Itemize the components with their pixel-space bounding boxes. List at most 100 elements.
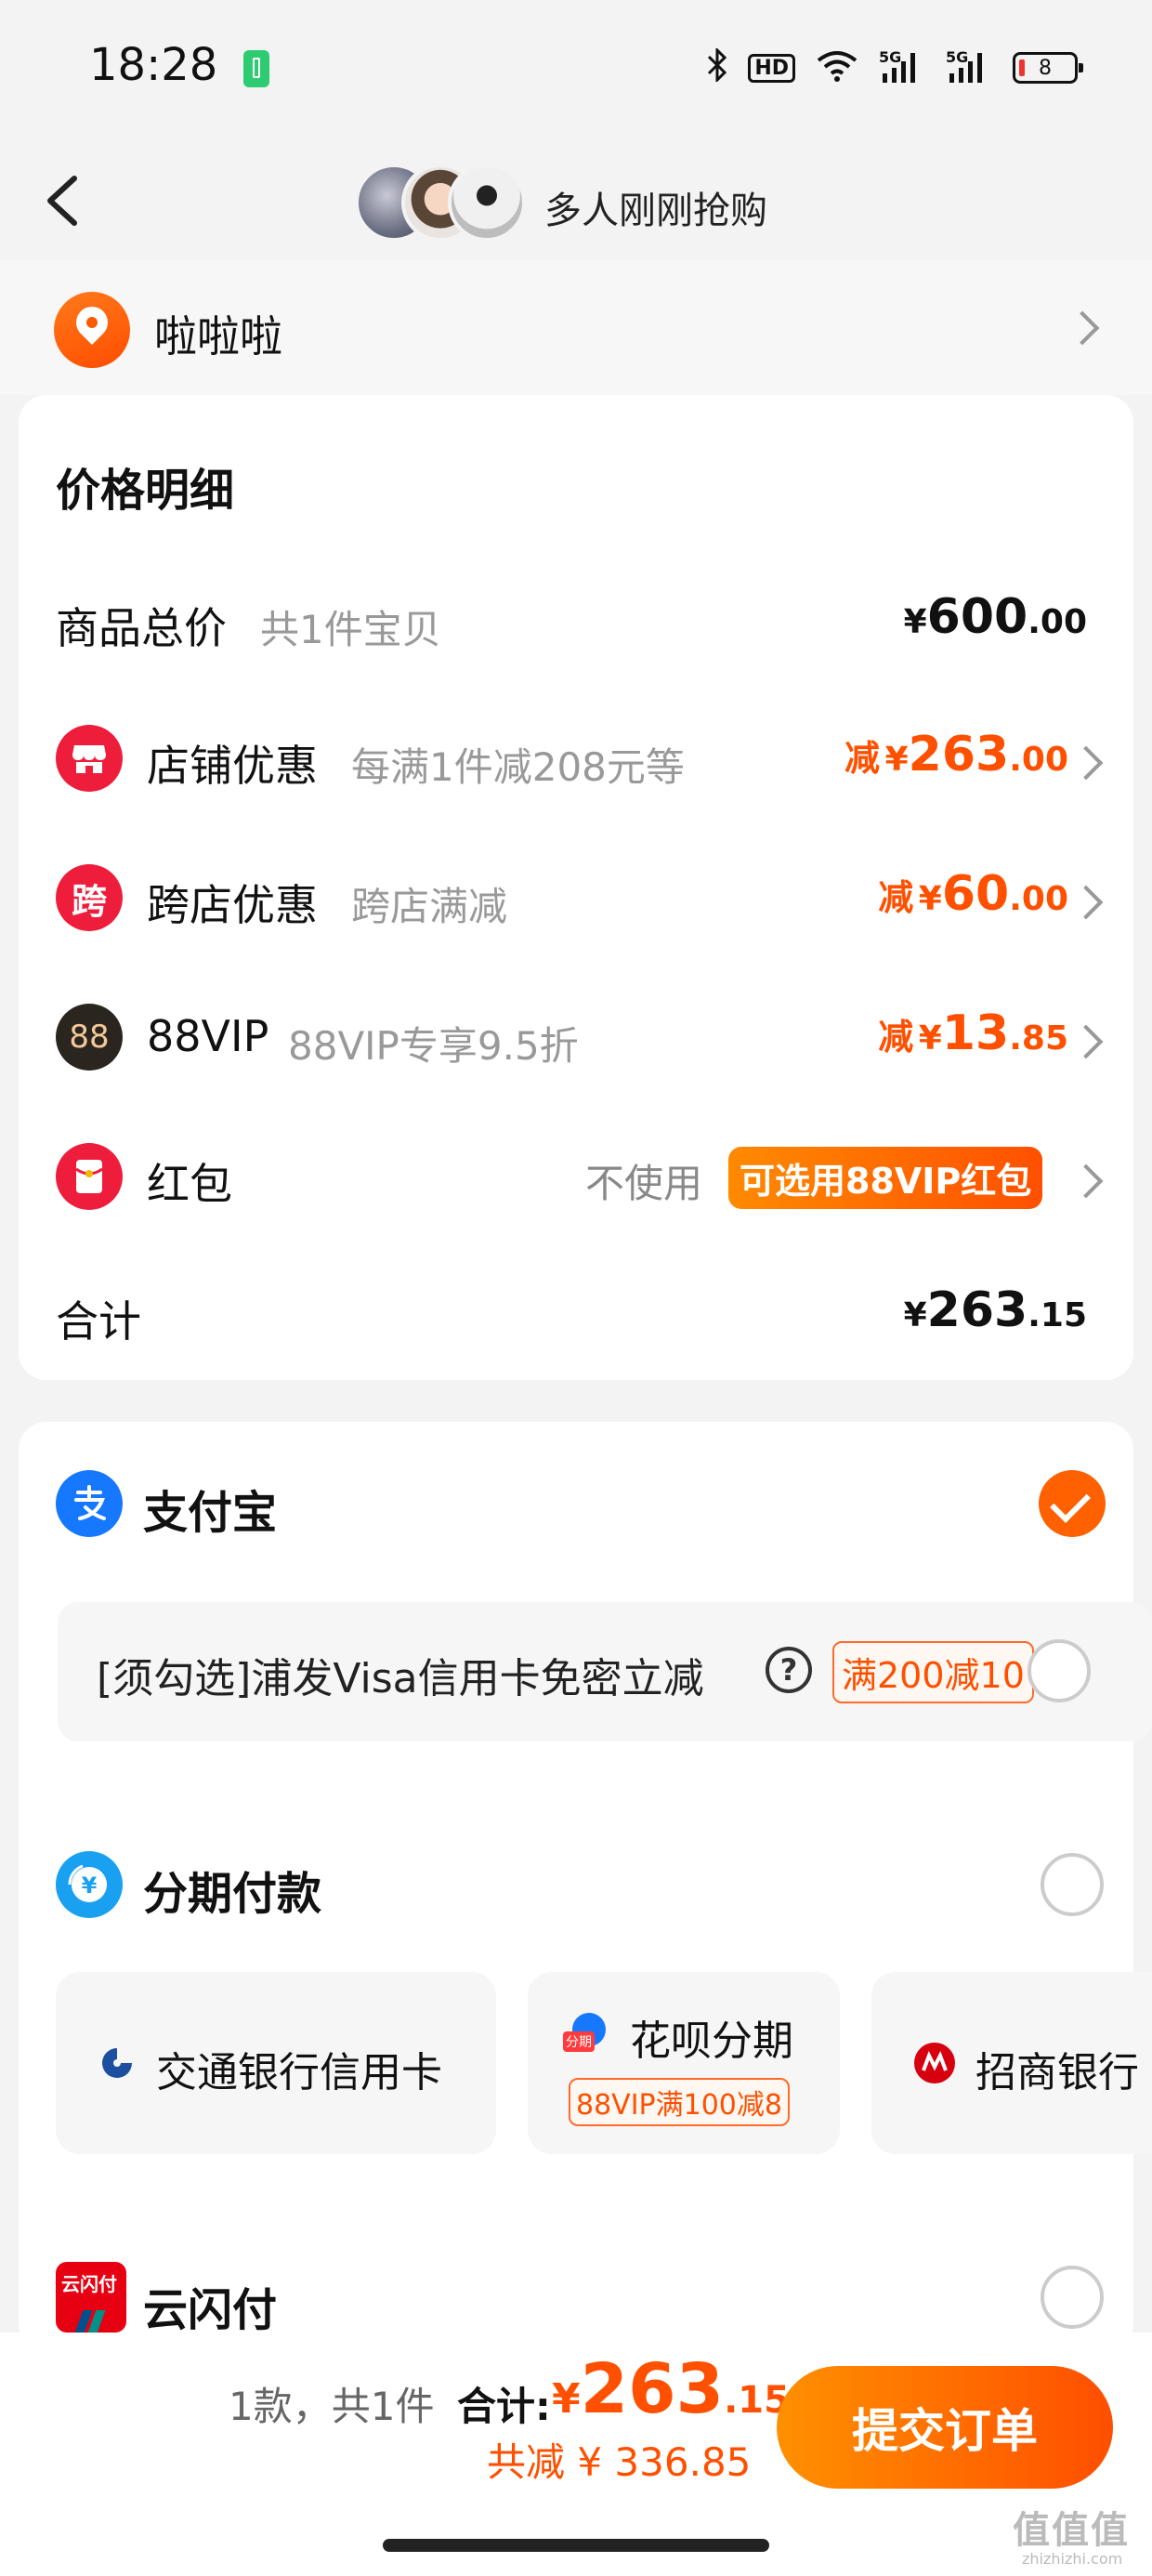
88vip-icon: 88 <box>56 1004 123 1071</box>
row-label: 店铺优惠 <box>147 741 318 791</box>
price-dec: .00 <box>1009 741 1068 779</box>
option-label: 花呗分期 <box>630 2017 793 2065</box>
row-label: 88VIP <box>147 1011 269 1061</box>
shop-icon <box>56 725 123 792</box>
installment-option-cmb[interactable]: 招商银行 <box>871 1972 1152 2154</box>
installment-option-bocom[interactable]: 交通银行信用卡 <box>56 1972 496 2154</box>
payment-installment[interactable]: ¥ 分期付款 <box>56 1851 1106 1925</box>
wifi-icon <box>816 49 858 86</box>
price-int: 60 <box>941 866 1010 922</box>
discount-prefix: 减 <box>878 877 914 918</box>
battery-icon: 8 <box>1013 52 1083 84</box>
row-label: 合计 <box>56 1296 141 1347</box>
battery-level: 8 <box>1039 56 1052 80</box>
5g-signal-icon: 5G <box>879 47 925 88</box>
svg-text:5G: 5G <box>879 48 901 66</box>
payment-label: 支付宝 <box>143 1487 278 1539</box>
help-icon[interactable]: ? <box>766 1647 812 1693</box>
currency: ¥ <box>884 741 909 779</box>
option-label: 招商银行 <box>975 2049 1139 2096</box>
payment-unionpay[interactable]: 云闪付 云闪付 <box>56 2262 1106 2333</box>
row-label: 商品总价 <box>56 603 227 653</box>
discount-prefix: 减 <box>844 738 881 779</box>
icon-glyph: 跨 <box>71 880 107 922</box>
row-sub: 每满1件减208元等 <box>351 744 685 790</box>
bluetooth-icon <box>707 46 727 88</box>
watermark-url: zhizhizhi.com <box>1022 2550 1123 2568</box>
unionpay-logo-text: 云闪付 <box>61 2273 117 2295</box>
hd-icon: HD <box>748 53 795 83</box>
option-tag: 88VIP满100减8 <box>569 2078 790 2126</box>
checkbox-unchecked[interactable] <box>1028 1639 1091 1702</box>
price-row-total: 合计 ¥263.15 <box>56 1282 1087 1347</box>
price-dec: .15 <box>1028 1296 1087 1334</box>
status-icons: HD 5G 5G 8 <box>707 45 1083 91</box>
checkbox-unchecked[interactable] <box>1041 2266 1104 2329</box>
row-sub: 88VIP专享9.5折 <box>288 1023 579 1069</box>
watermark: 值值值 <box>1013 2509 1130 2552</box>
shop-discount-value: 减 ¥263.00 <box>844 727 1068 782</box>
checkbox-checked[interactable] <box>1039 1470 1106 1537</box>
price-int: 263 <box>908 727 1010 782</box>
payment-label: 分期付款 <box>143 1868 322 1920</box>
row-label: 红包 <box>147 1159 232 1209</box>
installment-option-huabei[interactable]: 分期 花呗分期 88VIP满100减8 <box>528 1972 840 2154</box>
subtotal-value: ¥600.00 <box>904 589 1087 645</box>
checkbox-unchecked[interactable] <box>1041 1853 1104 1916</box>
row-sub: 跨店满减 <box>351 884 508 929</box>
price-row-red-packet[interactable]: 红包 不使用 可选用88VIP红包 <box>56 1143 1106 1217</box>
svg-text:¥: ¥ <box>82 1873 98 1899</box>
cross-store-icon: 跨 <box>56 864 123 931</box>
huabei-badge: 分期 <box>563 2031 595 2052</box>
row-sub: 共1件宝贝 <box>260 607 441 652</box>
installment-icon: ¥ <box>56 1851 123 1918</box>
location-pin-icon <box>54 292 130 368</box>
price-row-subtotal: 商品总价 共1件宝贝 ¥600.00 <box>56 589 1087 653</box>
cmb-icon <box>914 2043 955 2083</box>
saved-amount: 共减 ¥ 336.85 <box>487 2439 752 2485</box>
chevron-left-icon <box>47 176 77 226</box>
currency: ¥ <box>903 603 927 641</box>
price-int: 13 <box>941 1005 1010 1061</box>
status-time: 18:28 <box>89 39 218 91</box>
item-count: 1款，共1件 <box>229 2384 435 2429</box>
alipay-icon <box>56 1470 123 1537</box>
alipay-promo-text: [须勾选]浦发Visa信用卡免密立减 <box>97 1655 704 1702</box>
cross-store-value: 减 ¥60.00 <box>878 866 1068 922</box>
currency: ¥ <box>552 2375 581 2423</box>
icon-glyph: 88 <box>69 1019 110 1056</box>
price-int: 263 <box>926 1282 1028 1338</box>
currency: ¥ <box>903 1296 927 1334</box>
currency: ¥ <box>918 1019 942 1058</box>
vip-red-packet-badge[interactable]: 可选用88VIP红包 <box>728 1147 1043 1209</box>
total-label: 合计: <box>457 2384 551 2429</box>
red-packet-icon <box>56 1143 123 1210</box>
huabei-icon: 分期 <box>563 2013 613 2054</box>
price-dec: .00 <box>1028 603 1087 641</box>
unionpay-icon: 云闪付 <box>56 2262 126 2333</box>
currency: ¥ <box>918 880 942 918</box>
payment-alipay[interactable]: 支付宝 <box>56 1470 1106 1544</box>
chevron-right-icon <box>1068 745 1104 781</box>
buyer-avatars <box>355 164 531 242</box>
price-dec: .00 <box>1009 880 1068 918</box>
price-row-88vip[interactable]: 88 88VIP 88VIP专享9.5折 减 ¥13.85 <box>56 1004 1106 1078</box>
battery-saver-icon <box>243 50 269 87</box>
alipay-promo-tag: 满200减10 <box>832 1641 1034 1703</box>
row-label: 跨店优惠 <box>147 880 318 930</box>
page-title: 多人刚刚抢购 <box>544 190 767 232</box>
back-button[interactable] <box>41 173 85 229</box>
svg-text:5G: 5G <box>946 48 968 66</box>
price-row-shop-discount[interactable]: 店铺优惠 每满1件减208元等 减 ¥263.00 <box>56 725 1106 799</box>
chevron-right-icon <box>1068 1024 1104 1059</box>
home-indicator[interactable] <box>383 2539 769 2552</box>
price-detail-title: 价格明细 <box>56 465 235 517</box>
submit-order-button[interactable]: 提交订单 <box>777 2366 1113 2489</box>
option-label: 交通银行信用卡 <box>156 2049 442 2096</box>
bocom-icon <box>98 2044 136 2082</box>
chevron-right-icon <box>1068 885 1104 920</box>
address-name: 啦啦啦 <box>154 311 282 361</box>
price-dec: .85 <box>1009 1019 1068 1058</box>
red-packet-status: 不使用 <box>585 1161 703 1206</box>
price-row-cross-store[interactable]: 跨 跨店优惠 跨店满减 减 ¥60.00 <box>56 864 1106 939</box>
